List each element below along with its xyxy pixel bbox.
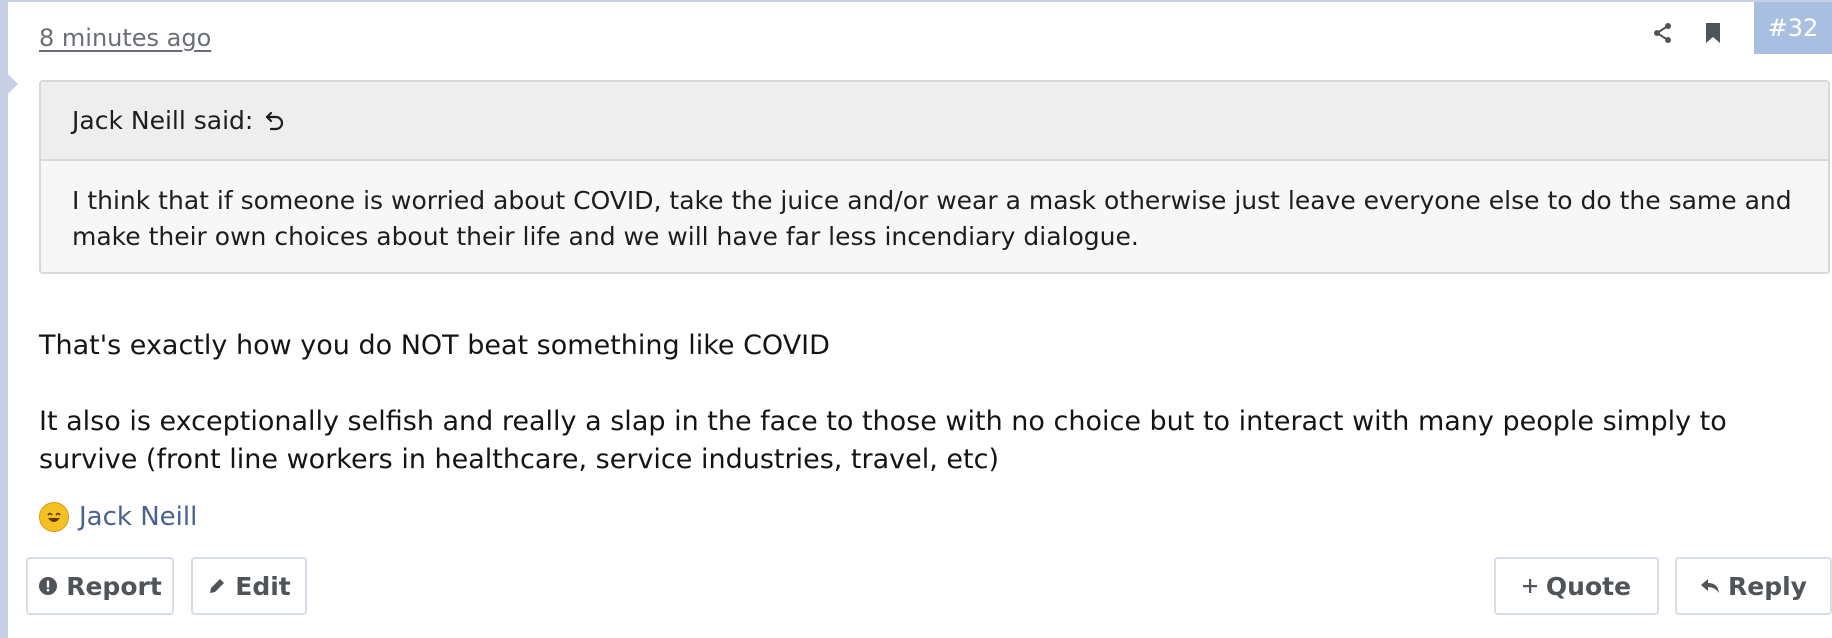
quote-block: Jack Neill said: I think that if someone… <box>39 80 1830 274</box>
report-label: Report <box>66 571 162 601</box>
post-timestamp[interactable]: 8 minutes ago <box>39 24 211 52</box>
reply-button[interactable]: Reply <box>1675 557 1832 615</box>
message-paragraph: It also is exceptionally selfish and rea… <box>39 406 1727 475</box>
post-top-actions: #32 <box>1638 2 1832 54</box>
quote-header: Jack Neill said: <box>41 82 1828 161</box>
quote-button[interactable]: Quote <box>1494 557 1659 615</box>
reply-label: Reply <box>1728 571 1807 601</box>
post-number[interactable]: #32 <box>1754 2 1832 54</box>
post-container: 8 minutes ago #32 Jack Neill said: I thi… <box>0 0 1832 638</box>
message-paragraph: That's exactly how you do NOT beat somet… <box>39 330 830 361</box>
share-icon[interactable] <box>1638 12 1688 54</box>
reaction-user-link[interactable]: Jack Neill <box>79 502 197 532</box>
post-arrow <box>8 74 18 94</box>
message-body: That's exactly how you do NOT beat somet… <box>39 327 1829 479</box>
report-button[interactable]: Report <box>26 557 174 615</box>
alert-icon <box>38 576 58 596</box>
laughing-emoji-icon <box>39 502 69 532</box>
reply-icon <box>1700 577 1720 595</box>
reactions-bar: Jack Neill <box>39 502 197 532</box>
jump-to-quote-icon[interactable] <box>265 110 285 132</box>
plus-icon <box>1522 578 1538 594</box>
quote-text: I think that if someone is worried about… <box>72 186 1792 251</box>
quote-author: Jack Neill said: <box>72 106 254 135</box>
bookmark-icon[interactable] <box>1688 12 1738 54</box>
pencil-icon <box>207 576 227 596</box>
edit-label: Edit <box>235 571 291 601</box>
edit-button[interactable]: Edit <box>191 557 307 615</box>
quote-label: Quote <box>1545 571 1632 601</box>
